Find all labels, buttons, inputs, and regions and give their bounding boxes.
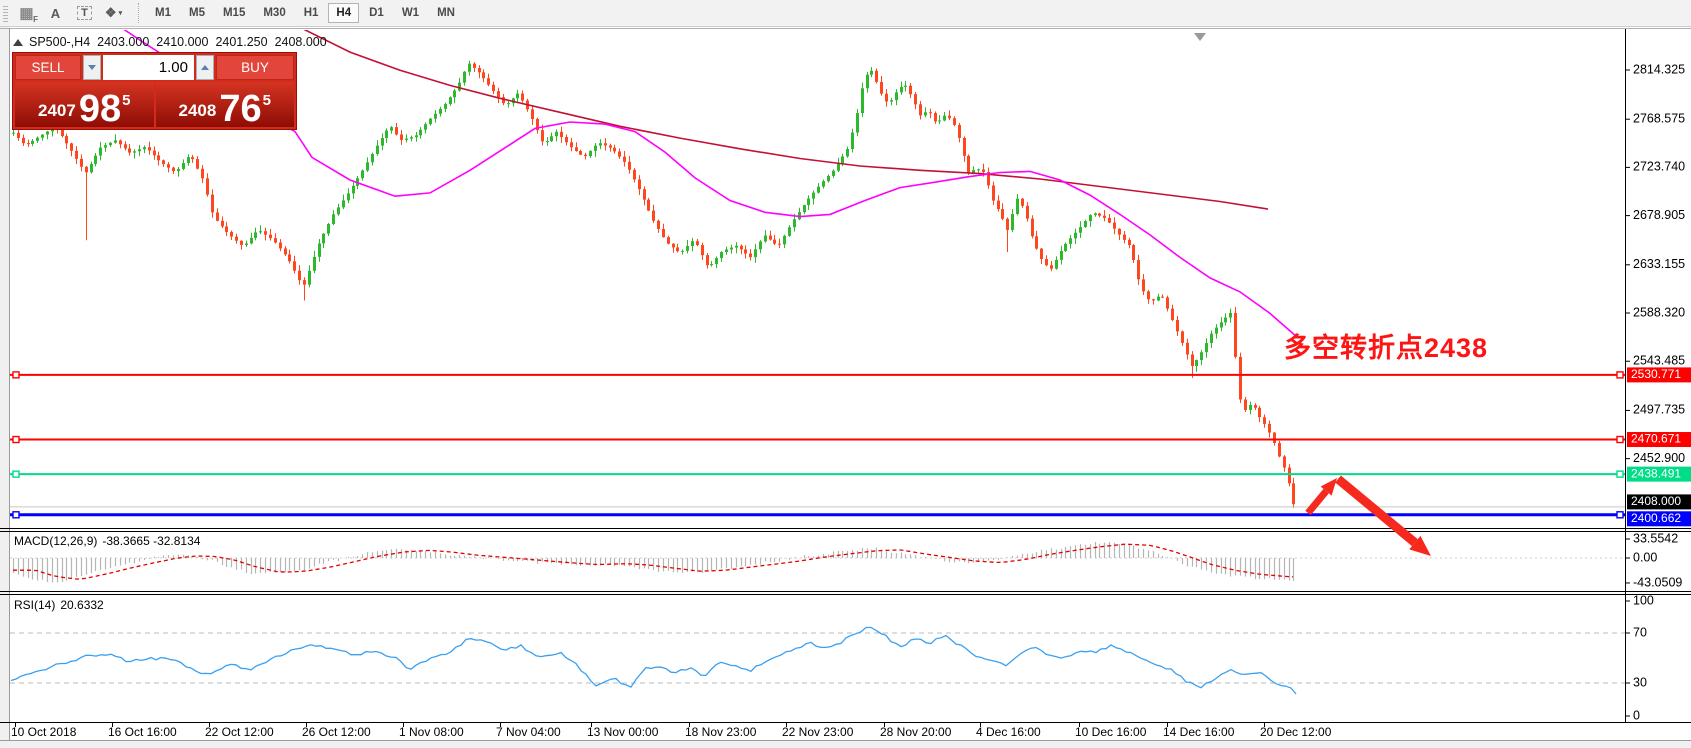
svg-text:-43.0509: -43.0509 bbox=[1633, 575, 1682, 589]
svg-text:1 Nov 08:00: 1 Nov 08:00 bbox=[399, 725, 464, 739]
buy-price-prefix: 2408 bbox=[179, 102, 217, 125]
timeframe-mn[interactable]: MN bbox=[429, 3, 463, 23]
one-click-trading-panel: SELL BUY 2407 98 5 2408 76 5 bbox=[12, 52, 297, 130]
svg-text:26 Oct 12:00: 26 Oct 12:00 bbox=[302, 725, 371, 739]
svg-text:2400.662: 2400.662 bbox=[1631, 511, 1681, 525]
svg-text:13 Nov 00:00: 13 Nov 00:00 bbox=[587, 725, 659, 739]
rsi-values: 20.6332 bbox=[60, 598, 103, 612]
triangle-down-icon bbox=[88, 65, 96, 70]
svg-text:2438.491: 2438.491 bbox=[1631, 466, 1681, 480]
triangle-up-icon bbox=[201, 65, 209, 70]
svg-text:4 Dec 16:00: 4 Dec 16:00 bbox=[976, 725, 1041, 739]
svg-text:10 Dec 16:00: 10 Dec 16:00 bbox=[1075, 725, 1147, 739]
svg-text:14 Dec 16:00: 14 Dec 16:00 bbox=[1163, 725, 1235, 739]
mt4-window: 2814.325 2768.575 2723.740 2678.905 2633.155… bbox=[0, 0, 1691, 748]
trade-controls-row: SELL BUY bbox=[15, 55, 294, 80]
symbol-header: SP500-,H4 2403.000 2410.000 2401.250 240… bbox=[13, 35, 334, 49]
timeframe-h1[interactable]: H1 bbox=[296, 3, 327, 23]
macd-label: MACD(12,26,9) -38.3665 -32.8134 bbox=[14, 534, 200, 548]
svg-text:30: 30 bbox=[1633, 675, 1647, 689]
chart-properties-button[interactable]: ▦ F bbox=[13, 3, 40, 24]
volume-input[interactable] bbox=[103, 55, 194, 80]
svg-text:2470.671: 2470.671 bbox=[1631, 432, 1681, 446]
ohlc-close: 2408.000 bbox=[275, 35, 327, 49]
letter-a-icon: A bbox=[51, 6, 60, 21]
svg-text:2633.155: 2633.155 bbox=[1633, 257, 1685, 271]
svg-text:18 Nov 23:00: 18 Nov 23:00 bbox=[685, 725, 757, 739]
main-toolbar: ▦ F A T ❖ ▾ M1 M5 M15 M30 H1 H4 D1 W1 MN bbox=[0, 0, 1691, 27]
ohlc-low: 2401.250 bbox=[215, 35, 267, 49]
timeframe-m15[interactable]: M15 bbox=[215, 3, 253, 23]
svg-text:22 Nov 23:00: 22 Nov 23:00 bbox=[782, 725, 854, 739]
rsi-label: RSI(14) 20.6332 bbox=[14, 598, 104, 612]
grid-icon-sub: F bbox=[33, 15, 38, 24]
svg-text:70: 70 bbox=[1633, 625, 1647, 639]
sell-price-prefix: 2407 bbox=[38, 102, 76, 125]
buy-price-big: 76 bbox=[219, 94, 261, 125]
svg-text:20 Dec 12:00: 20 Dec 12:00 bbox=[1260, 725, 1332, 739]
svg-text:33.5542: 33.5542 bbox=[1633, 531, 1678, 545]
chart-annotation-text[interactable]: 多空转折点2438 bbox=[1284, 326, 1488, 365]
buy-price-pip: 5 bbox=[263, 92, 271, 109]
macd-name: MACD(12,26,9) bbox=[14, 534, 97, 548]
chevron-down-icon: ▾ bbox=[119, 9, 123, 17]
svg-text:2452.900: 2452.900 bbox=[1633, 451, 1685, 465]
svg-text:2497.735: 2497.735 bbox=[1633, 403, 1685, 417]
sell-price-big: 98 bbox=[79, 94, 121, 125]
ohlc-high: 2410.000 bbox=[156, 35, 208, 49]
timeframe-m1[interactable]: M1 bbox=[147, 3, 179, 23]
rsi-name: RSI(14) bbox=[14, 598, 55, 612]
buy-button[interactable]: BUY bbox=[216, 55, 294, 80]
svg-text:2814.325: 2814.325 bbox=[1633, 62, 1685, 76]
svg-text:10 Oct 2018: 10 Oct 2018 bbox=[11, 725, 77, 739]
volume-decrease-button[interactable] bbox=[83, 55, 101, 80]
one-click-trading-toggle-icon[interactable] bbox=[13, 39, 23, 46]
svg-text:2678.905: 2678.905 bbox=[1633, 208, 1685, 222]
svg-text:7 Nov 04:00: 7 Nov 04:00 bbox=[496, 725, 561, 739]
timeframe-m5[interactable]: M5 bbox=[181, 3, 213, 23]
symbol-timeframe-label: SP500-,H4 bbox=[29, 35, 90, 49]
svg-text:2530.771: 2530.771 bbox=[1631, 367, 1681, 381]
svg-text:2723.740: 2723.740 bbox=[1633, 160, 1685, 174]
svg-text:16 Oct 16:00: 16 Oct 16:00 bbox=[108, 725, 177, 739]
trade-prices-row: 2407 98 5 2408 76 5 bbox=[15, 82, 294, 127]
svg-text:0.00: 0.00 bbox=[1633, 550, 1657, 564]
volume-increase-button[interactable] bbox=[196, 55, 214, 80]
objects-button[interactable]: ❖ ▾ bbox=[100, 3, 127, 24]
toolbar-separator bbox=[138, 3, 140, 23]
grid-icon: ▦ bbox=[19, 6, 33, 21]
timeframe-d1[interactable]: D1 bbox=[361, 3, 392, 23]
svg-text:2768.575: 2768.575 bbox=[1633, 111, 1685, 125]
toolbar-grip[interactable] bbox=[3, 4, 8, 22]
svg-text:0: 0 bbox=[1633, 708, 1640, 722]
arrow-text-button[interactable]: A bbox=[42, 3, 69, 24]
svg-text:2408.000: 2408.000 bbox=[1631, 494, 1681, 508]
macd-values: -38.3665 -32.8134 bbox=[102, 534, 200, 548]
sell-price-tile[interactable]: 2407 98 5 bbox=[15, 82, 154, 127]
buy-price-tile[interactable]: 2408 76 5 bbox=[156, 82, 295, 127]
timeframe-h4[interactable]: H4 bbox=[328, 3, 359, 23]
sell-price-pip: 5 bbox=[122, 92, 130, 109]
timeframe-w1[interactable]: W1 bbox=[394, 3, 427, 23]
svg-text:2543.485: 2543.485 bbox=[1633, 354, 1685, 368]
svg-text:100: 100 bbox=[1633, 593, 1654, 607]
timeframe-m30[interactable]: M30 bbox=[255, 3, 293, 23]
svg-text:28 Nov 20:00: 28 Nov 20:00 bbox=[880, 725, 952, 739]
text-label-button[interactable]: T bbox=[71, 3, 98, 24]
sell-button[interactable]: SELL bbox=[15, 55, 81, 80]
objects-icon: ❖ bbox=[105, 5, 117, 21]
svg-text:2588.320: 2588.320 bbox=[1633, 305, 1685, 319]
text-box-icon: T bbox=[77, 6, 92, 20]
ohlc-open: 2403.000 bbox=[97, 35, 149, 49]
svg-text:22 Oct 12:00: 22 Oct 12:00 bbox=[205, 725, 274, 739]
